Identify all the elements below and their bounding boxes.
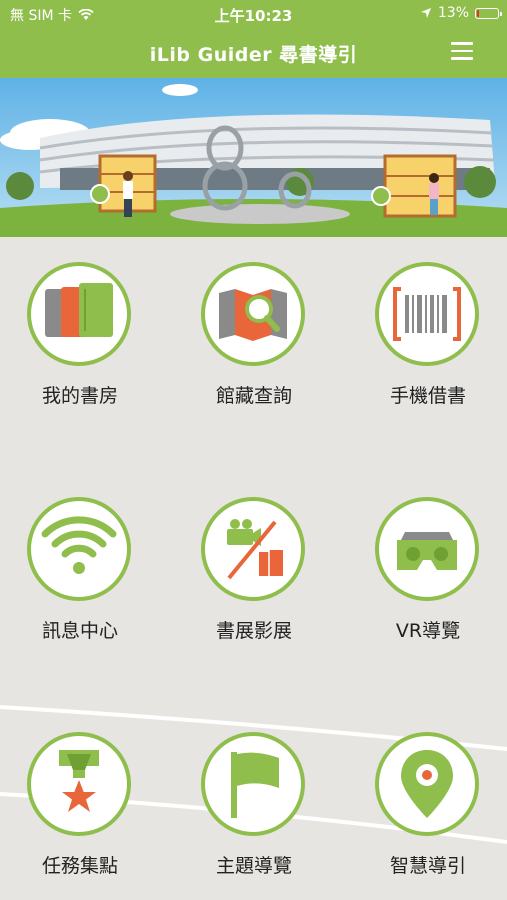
menu-label: 手機借書	[389, 385, 466, 407]
mission-points-circle	[27, 732, 131, 836]
camera-books-icon	[227, 519, 283, 580]
menu-book-film-exhibition[interactable]: 書展影展	[179, 472, 329, 642]
flag-icon	[231, 752, 279, 818]
menu-line	[451, 42, 473, 45]
menu-line	[451, 49, 473, 52]
hamburger-menu-button[interactable]	[451, 42, 473, 62]
menu-grid: 我的書房 館藏查詢 手機借書 訊息中心 書展影展 VR導覽 任務集點 主題導覽 …	[0, 237, 507, 900]
wifi-icon	[41, 516, 117, 574]
menu-label: 館藏查詢	[215, 385, 292, 407]
location-pin-icon	[401, 750, 453, 818]
menu-theme-tour[interactable]: 主題導覽	[179, 707, 329, 877]
menu-my-study[interactable]: 我的書房	[5, 237, 155, 407]
library-banner-image	[0, 78, 507, 237]
my-study-circle	[27, 262, 131, 366]
smart-guide-circle	[375, 732, 479, 836]
page-title: iLib Guider 尋書導引	[149, 44, 358, 66]
book-search-icon	[219, 289, 287, 341]
menu-mission-points[interactable]: 任務集點	[5, 707, 155, 877]
location-arrow-icon	[420, 8, 431, 18]
collection-search-circle	[201, 262, 305, 366]
mobile-borrow-circle	[375, 262, 479, 366]
battery-fill	[477, 9, 479, 17]
menu-label: 智慧導引	[389, 855, 466, 877]
battery-percent: 13%	[437, 5, 469, 21]
menu-label: 我的書房	[41, 385, 118, 407]
theme-tour-circle	[201, 732, 305, 836]
book-film-exhibition-circle	[201, 497, 305, 601]
message-center-circle	[27, 497, 131, 601]
status-bar: 無 SIM 卡 上午10:23 13%	[0, 0, 507, 28]
menu-label: VR導覽	[395, 620, 461, 642]
menu-line	[451, 57, 473, 60]
menu-label: 訊息中心	[41, 620, 118, 642]
menu-label: 任務集點	[41, 855, 118, 877]
menu-message-center[interactable]: 訊息中心	[5, 472, 155, 642]
barcode-icon	[393, 287, 461, 341]
vr-tour-circle	[375, 497, 479, 601]
menu-label: 主題導覽	[215, 855, 292, 877]
app-header: 無 SIM 卡 上午10:23 13% iLib Guider 尋書導引	[0, 0, 507, 78]
menu-collection-search[interactable]: 館藏查詢	[179, 237, 329, 407]
books-icon	[45, 283, 113, 337]
battery-icon	[475, 7, 502, 19]
menu-vr-tour[interactable]: VR導覽	[353, 472, 503, 642]
vr-headset-icon	[397, 532, 457, 570]
medal-icon	[59, 750, 99, 812]
menu-smart-guide[interactable]: 智慧導引	[353, 707, 503, 877]
menu-label: 書展影展	[215, 620, 292, 642]
menu-mobile-borrow[interactable]: 手機借書	[353, 237, 503, 407]
